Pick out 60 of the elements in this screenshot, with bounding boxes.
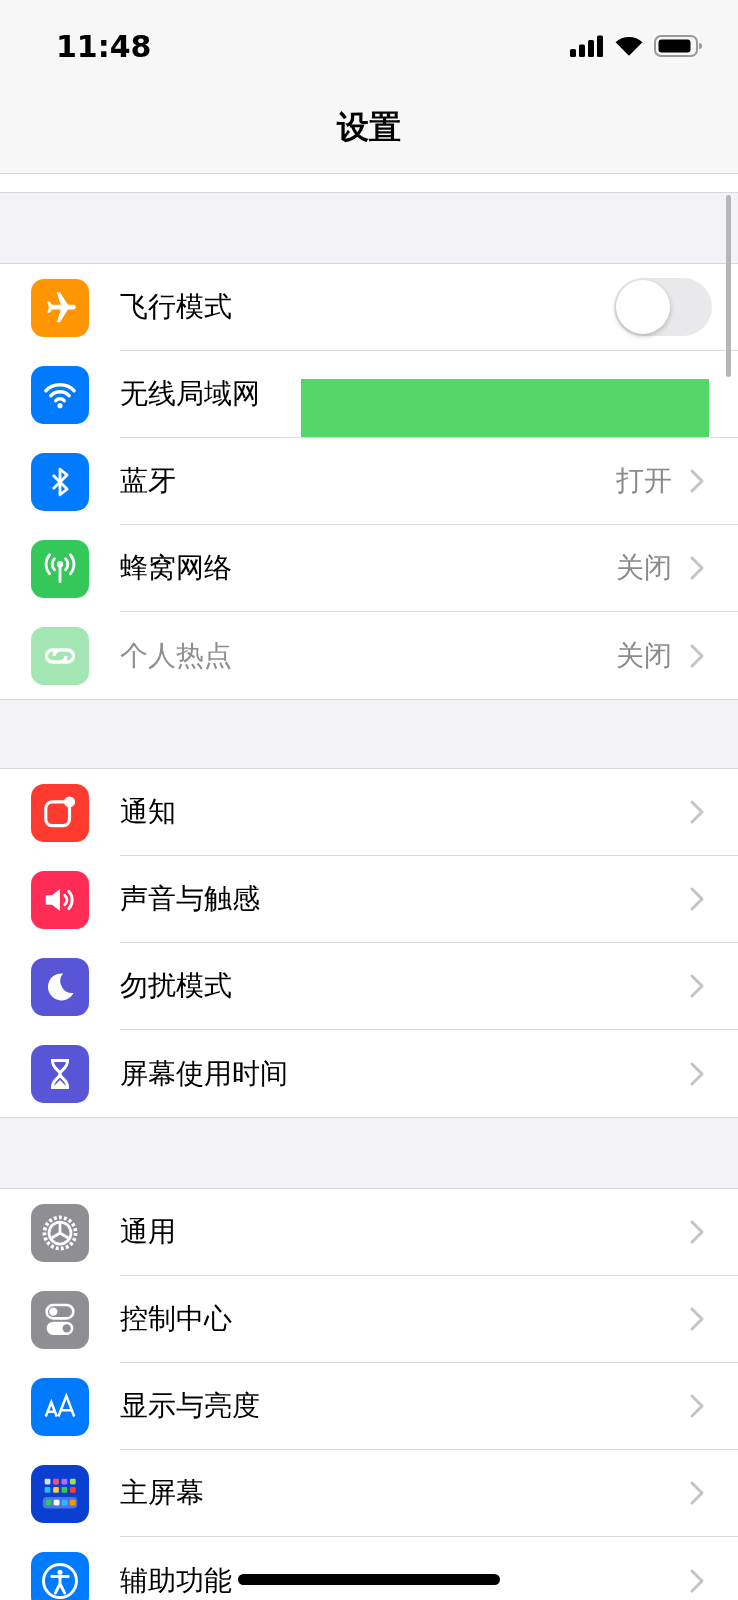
switches-icon (31, 1290, 89, 1349)
chevron-icon (690, 1394, 704, 1418)
chevron-icon (690, 1307, 704, 1331)
app-grid-icon (31, 1464, 89, 1523)
row-label: 蓝牙 (120, 463, 176, 499)
chevron-icon (690, 643, 704, 668)
row-label: 蜂窝网络 (120, 550, 232, 586)
chevron-icon (690, 556, 704, 580)
notification-icon (31, 783, 89, 842)
row-label: 辅助功能 (120, 1562, 232, 1599)
settings-row[interactable]: 主屏幕 (0, 1450, 738, 1537)
row-value: 关闭 (616, 637, 672, 674)
chevron-icon (690, 1568, 704, 1593)
row-label: 显示与亮度 (120, 1388, 260, 1424)
settings-row[interactable]: 通用 (0, 1189, 738, 1276)
battery-icon (654, 34, 702, 58)
wifi-icon (614, 35, 644, 57)
toggle-switch[interactable] (614, 278, 712, 336)
antenna-icon (31, 539, 89, 598)
settings-row[interactable]: 无线局域网 (0, 351, 738, 438)
text-size-icon (31, 1377, 89, 1436)
settings-row[interactable]: 通知 (0, 769, 738, 856)
chevron-icon (690, 1061, 704, 1086)
row-label: 通知 (120, 794, 176, 830)
settings-row[interactable]: 声音与触感 (0, 856, 738, 943)
row-value: 关闭 (616, 550, 672, 586)
settings-row[interactable]: 勿扰模式 (0, 943, 738, 1030)
settings-row[interactable]: 蓝牙 打开 (0, 438, 738, 525)
row-label: 飞行模式 (120, 289, 232, 325)
bluetooth-icon (31, 452, 89, 511)
chevron-icon (690, 800, 704, 824)
chevron-icon (690, 1220, 704, 1244)
chevron-icon (690, 1481, 704, 1505)
signal-icon (570, 35, 604, 57)
airplane-icon (31, 278, 89, 337)
speaker-icon (31, 870, 89, 929)
page-title: 设置 (335, 107, 402, 148)
row-label: 通用 (120, 1214, 176, 1250)
row-label: 屏幕使用时间 (120, 1055, 288, 1092)
row-label: 个人热点 (120, 637, 232, 674)
moon-icon (31, 957, 89, 1016)
row-label: 无线局域网 (120, 376, 260, 412)
row-label: 勿扰模式 (120, 968, 232, 1004)
wifi-icon (31, 365, 89, 424)
settings-row[interactable]: 蜂窝网络 关闭 (0, 525, 738, 612)
chevron-icon (690, 469, 704, 493)
chevron-icon (690, 974, 704, 998)
row-label: 主屏幕 (120, 1475, 204, 1511)
row-label: 声音与触感 (120, 881, 260, 917)
chevron-icon (690, 887, 704, 911)
hourglass-icon (31, 1044, 89, 1103)
status-time: 11:48 (56, 28, 152, 64)
gear-icon (31, 1203, 89, 1262)
settings-row[interactable]: 控制中心 (0, 1276, 738, 1363)
chain-icon (31, 626, 89, 685)
row-value: 打开 (616, 463, 672, 499)
settings-row[interactable]: 屏幕使用时间 (0, 1030, 738, 1117)
row-label: 控制中心 (120, 1301, 232, 1337)
settings-row[interactable]: 飞行模式 (0, 264, 738, 351)
settings-row[interactable]: 显示与亮度 (0, 1363, 738, 1450)
